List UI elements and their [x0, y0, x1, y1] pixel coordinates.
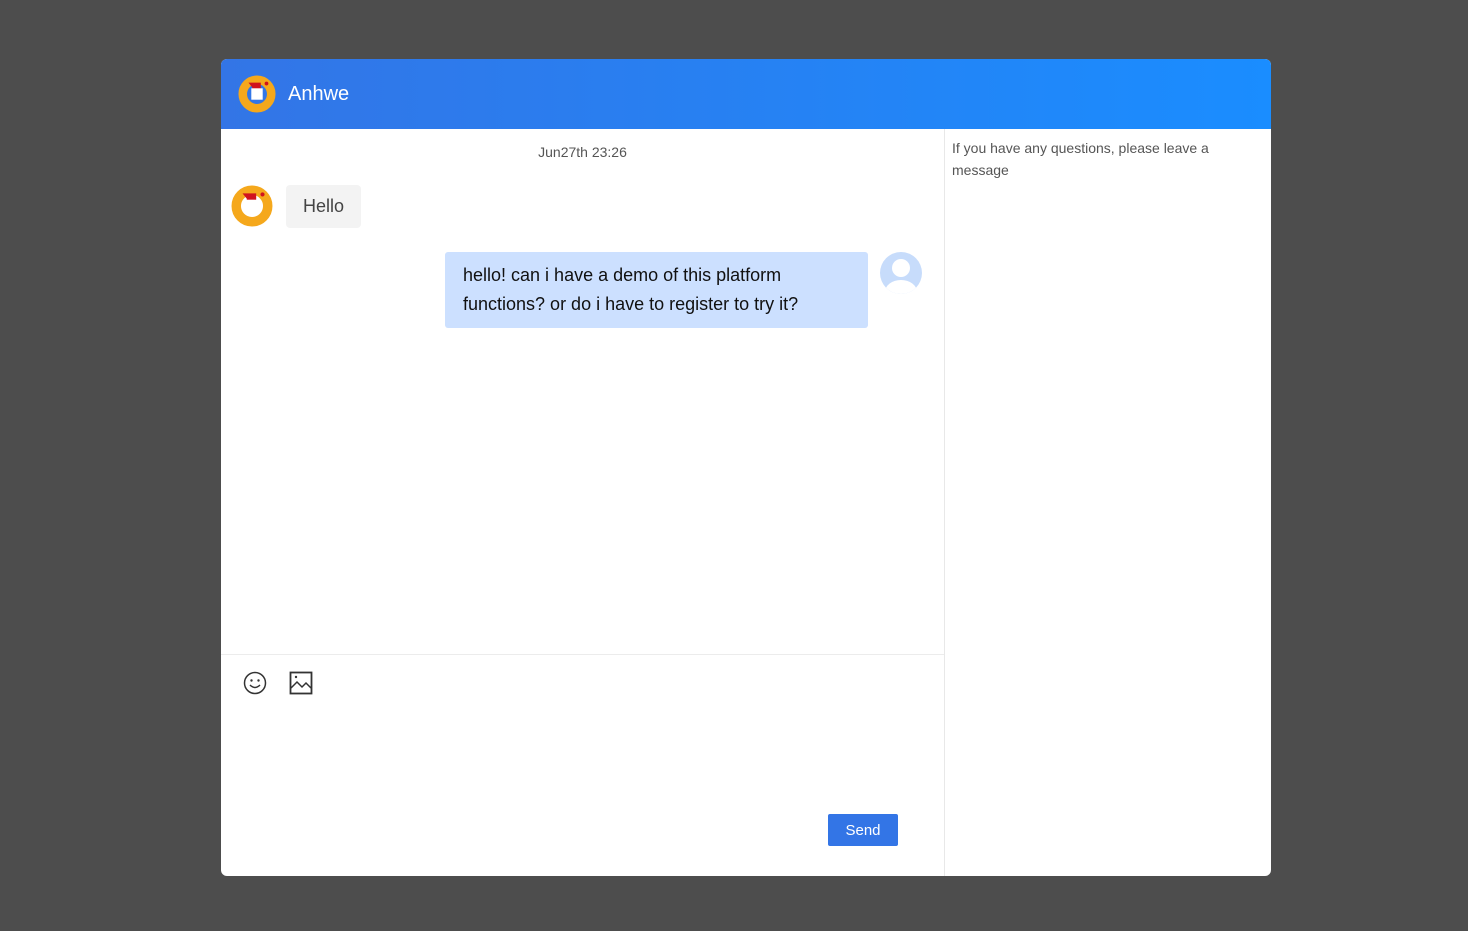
conversation-panel: Jun27th 23:26 Hello hello! can i have a … — [221, 129, 945, 876]
message-timestamp: Jun27th 23:26 — [538, 144, 627, 160]
message-bubble: hello! can i have a demo of this platfor… — [445, 252, 868, 328]
agent-message: Hello — [231, 185, 362, 228]
info-sidebar: If you have any questions, please leave … — [946, 129, 1271, 876]
chat-window: Anhwe Jun27th 23:26 Hello hello! can i h… — [221, 59, 1271, 876]
message-composer[interactable]: Send — [221, 654, 944, 876]
header: Anhwe — [221, 59, 1271, 129]
user-message: hello! can i have a demo of this platfor… — [445, 252, 922, 328]
app-title: Anhwe — [288, 82, 350, 105]
message-bubble: Hello — [286, 185, 362, 228]
image-icon[interactable] — [289, 671, 313, 695]
agent-avatar-icon — [231, 185, 273, 227]
send-button[interactable]: Send — [828, 814, 898, 846]
brand-logo-icon — [238, 75, 276, 113]
emoji-icon[interactable] — [243, 671, 267, 695]
user-avatar-icon — [880, 252, 922, 294]
leave-message-notice: If you have any questions, please leave … — [952, 140, 1209, 178]
